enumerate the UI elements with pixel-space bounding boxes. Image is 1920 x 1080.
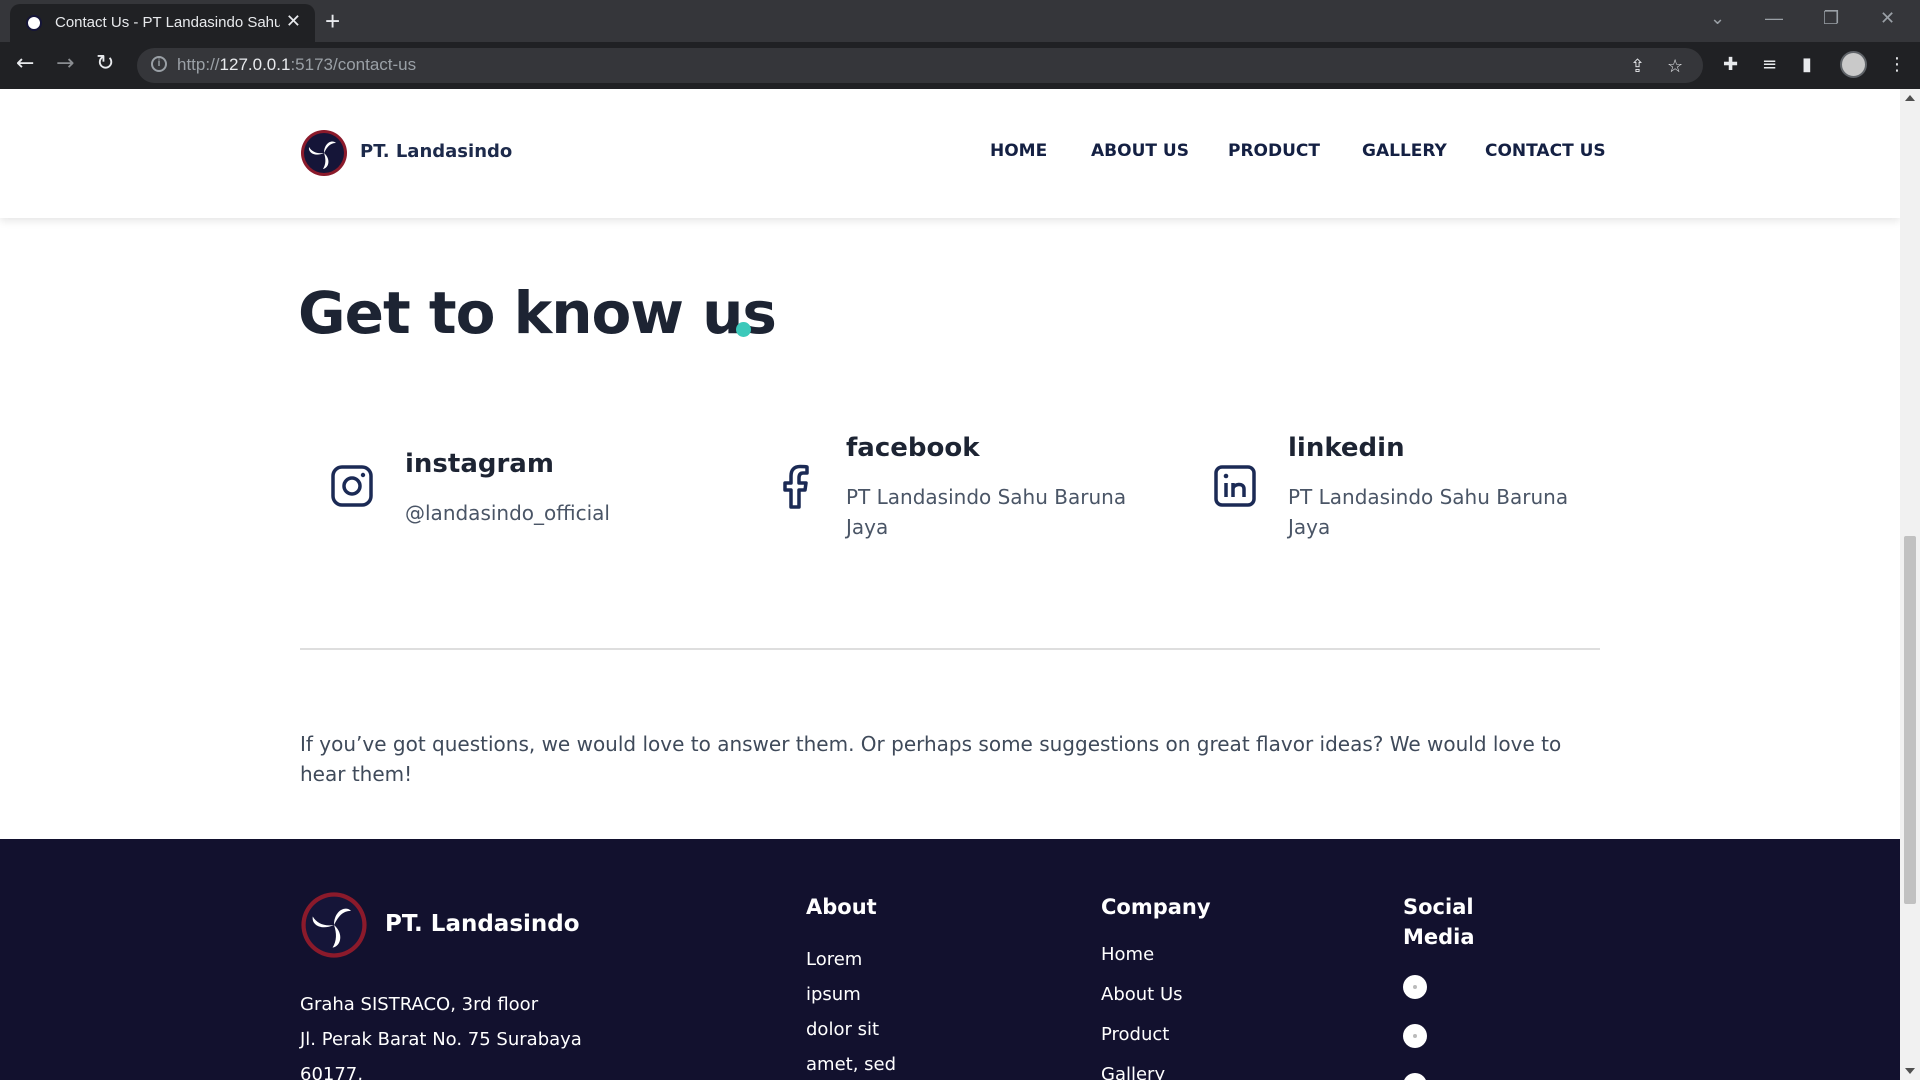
social-line-facebook: PT Landasindo Sahu Baruna: [846, 485, 1127, 509]
page-title: Get to know us: [298, 279, 777, 347]
forward-arrow-icon[interactable]: →: [56, 51, 74, 76]
bookmark-star-icon[interactable]: ☆: [1667, 56, 1683, 77]
footer-link-gallery[interactable]: Gallery: [1101, 1064, 1165, 1080]
section-divider: [300, 648, 1600, 650]
menu-dots-icon[interactable]: ⋮: [1888, 54, 1906, 75]
social-handle-instagram: @landasindo_official: [405, 501, 610, 525]
scrollbar-thumb[interactable]: [1904, 536, 1916, 904]
site-footer: PT. Landasindo Graha SISTRACO, 3rd floor…: [0, 839, 1900, 1080]
footer-logo-icon[interactable]: [300, 891, 368, 959]
footer-link-about-us[interactable]: About Us: [1101, 984, 1183, 1005]
social-name-facebook: facebook: [846, 433, 980, 463]
browser-tab-bar: Contact Us - PT Landasindo Sahu Baruna J…: [0, 0, 1920, 42]
new-tab-button[interactable]: +: [325, 6, 340, 37]
footer-about-line: dolor sit: [806, 1019, 880, 1040]
nav-contact-us[interactable]: CONTACT US: [1485, 141, 1606, 161]
company-logo-icon[interactable]: [300, 129, 348, 177]
instagram-icon[interactable]: [329, 463, 375, 509]
accent-dot: [736, 322, 751, 337]
back-arrow-icon[interactable]: ←: [16, 51, 34, 76]
footer-social-icon[interactable]: [1403, 975, 1427, 999]
scroll-up-arrow-icon[interactable]: [1905, 95, 1915, 101]
contact-intro-text: If you’ve got questions, we would love t…: [300, 732, 1562, 786]
footer-about-line: amet, sed: [806, 1054, 897, 1075]
profile-avatar[interactable]: [1840, 51, 1867, 78]
facebook-icon[interactable]: [772, 463, 818, 509]
media-queue-icon[interactable]: ≡: [1762, 54, 1777, 75]
social-name-instagram: instagram: [405, 449, 554, 479]
footer-company-heading: Company: [1101, 895, 1211, 919]
reload-icon[interactable]: ↻: [96, 51, 114, 76]
footer-about-line: ipsum: [806, 984, 861, 1005]
site-header: PT. Landasindo HOME ABOUT US PRODUCT GAL…: [0, 89, 1900, 218]
nav-gallery[interactable]: GALLERY: [1362, 141, 1447, 161]
page-scrollbar[interactable]: [1900, 89, 1920, 1080]
address-line: Graha SISTRACO, 3rd floor: [300, 994, 539, 1015]
footer-social-heading: Media: [1403, 925, 1475, 949]
footer-about-heading: About: [806, 895, 877, 919]
nav-home[interactable]: HOME: [990, 141, 1047, 161]
footer-link-product[interactable]: Product: [1101, 1024, 1169, 1045]
social-line-linkedin: Jaya: [1288, 515, 1331, 539]
minimize-button[interactable]: —: [1765, 8, 1783, 29]
site-info-icon[interactable]: i: [151, 56, 167, 72]
footer-social-icon[interactable]: [1403, 1024, 1427, 1048]
footer-social-icon[interactable]: [1403, 1073, 1427, 1080]
share-icon[interactable]: ⇪: [1630, 56, 1645, 77]
site-brand[interactable]: PT. Landasindo: [360, 141, 512, 162]
tab-search-icon[interactable]: ⌄: [1710, 8, 1725, 29]
extensions-icon[interactable]: ✚: [1723, 54, 1738, 75]
linkedin-icon[interactable]: [1212, 463, 1258, 509]
close-window-button[interactable]: ✕: [1880, 8, 1895, 29]
browser-tab[interactable]: Contact Us - PT Landasindo Sahu Baruna J…: [10, 4, 315, 42]
site-favicon-icon: [26, 15, 42, 31]
social-line-linkedin: PT Landasindo Sahu Baruna: [1288, 485, 1569, 509]
side-panel-icon[interactable]: ▮: [1802, 54, 1812, 75]
nav-about-us[interactable]: ABOUT US: [1091, 141, 1189, 161]
close-tab-icon[interactable]: ✕: [286, 11, 301, 32]
page-viewport: PT. Landasindo HOME ABOUT US PRODUCT GAL…: [0, 89, 1900, 1080]
browser-toolbar: ← → ↻ i http://127.0.0.1:5173/contact-us…: [0, 42, 1920, 89]
url-text: http://127.0.0.1:5173/contact-us: [177, 55, 417, 74]
footer-address: Graha SISTRACO, 3rd floor Jl. Perak Bara…: [300, 987, 582, 1080]
restore-button[interactable]: ❐: [1823, 8, 1839, 29]
address-line: 60177,: [300, 1064, 363, 1080]
footer-social-heading: Social: [1403, 895, 1474, 919]
social-line-facebook: Jaya: [846, 515, 889, 539]
address-bar[interactable]: i http://127.0.0.1:5173/contact-us ⇪ ☆: [137, 48, 1703, 83]
social-name-linkedin: linkedin: [1288, 433, 1405, 463]
footer-about-line: Lorem: [806, 949, 863, 970]
footer-link-home[interactable]: Home: [1101, 944, 1154, 965]
footer-brand: PT. Landasindo: [385, 911, 580, 937]
address-line: Jl. Perak Barat No. 75 Surabaya: [300, 1029, 582, 1050]
tab-title: Contact Us - PT Landasindo Sahu Baruna J…: [55, 14, 280, 31]
scroll-down-arrow-icon[interactable]: [1905, 1068, 1915, 1074]
nav-product[interactable]: PRODUCT: [1228, 141, 1320, 161]
